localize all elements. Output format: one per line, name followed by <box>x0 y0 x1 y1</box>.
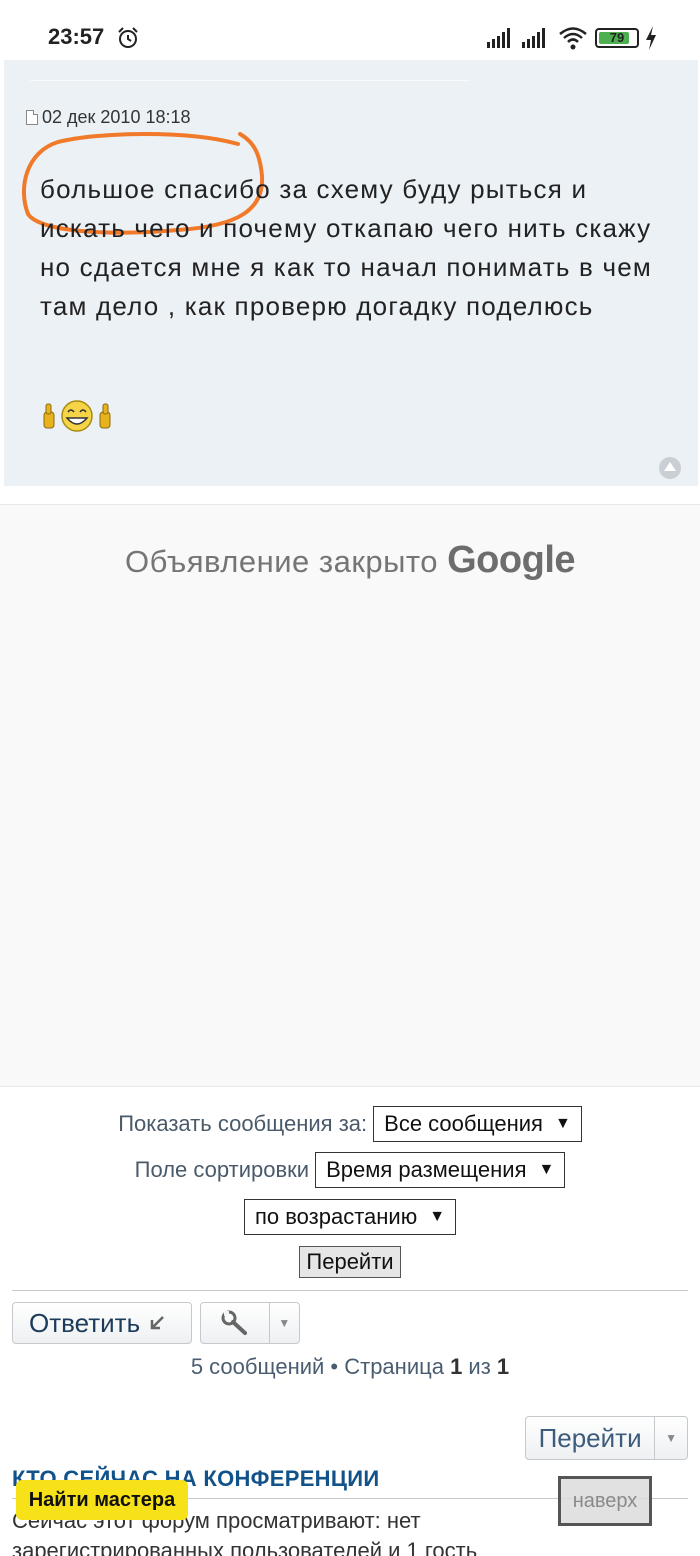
show-messages-label: Показать сообщения за: <box>118 1111 368 1136</box>
pagination-of: из <box>462 1354 497 1379</box>
sort-order-value: по возрастанию <box>254 1204 418 1229</box>
pagination-prefix: 5 сообщений • Страница <box>190 1354 451 1379</box>
battery-level: 79 <box>609 30 625 45</box>
sort-field-label: Поле сортировки <box>134 1157 310 1182</box>
battery-icon: 79 <box>595 28 639 48</box>
show-messages-select[interactable]: Все сообщения ▼ <box>373 1106 582 1142</box>
pagination-info: 5 сообщений • Страница 1 из 1 <box>0 1354 700 1380</box>
sort-field-row: Поле сортировки Время размещения ▼ <box>0 1152 700 1188</box>
reply-button[interactable]: Ответить <box>12 1302 192 1344</box>
sort-order-row: по возрастанию ▼ <box>0 1199 700 1235</box>
post-date-text: 02 дек 2010 18:18 <box>42 107 191 127</box>
google-logo: Google <box>447 539 576 581</box>
go-row: Перейти <box>0 1246 700 1278</box>
total-pages: 1 <box>496 1354 510 1379</box>
chevron-down-icon[interactable]: ▼ <box>655 1431 687 1445</box>
tools-button[interactable]: ▼ <box>200 1302 300 1344</box>
signal-icon <box>487 28 510 48</box>
post-body: большое спасибо за схему буду рыться и и… <box>40 174 652 321</box>
scroll-top-icon[interactable] <box>659 457 681 479</box>
chevron-down-icon[interactable]: ▼ <box>270 1303 299 1343</box>
show-messages-row: Показать сообщения за: Все сообщения ▼ <box>0 1106 700 1142</box>
divider <box>12 1290 688 1291</box>
dropdown-arrow-icon: ▼ <box>538 1161 555 1178</box>
reply-label: Ответить <box>29 1307 141 1338</box>
go-button[interactable]: Перейти <box>299 1246 401 1278</box>
jump-button[interactable]: Перейти ▼ <box>525 1416 688 1460</box>
show-messages-value: Все сообщения <box>384 1111 543 1136</box>
wifi-icon <box>559 27 587 50</box>
post-divider <box>30 80 470 81</box>
dropdown-arrow-icon: ▼ <box>554 1115 571 1132</box>
ad-closed-panel: Объявление закрыто Google <box>0 504 700 1087</box>
sort-field-select[interactable]: Время размещения ▼ <box>315 1152 566 1188</box>
to-top-button[interactable]: наверх <box>558 1476 652 1526</box>
ad-closed-text: Объявление закрыто <box>124 544 438 579</box>
forum-post: 02 дек 2010 18:18 большое спасибо за схе… <box>4 60 698 486</box>
alarm-icon <box>118 27 138 48</box>
current-page: 1 <box>450 1354 463 1379</box>
wrench-icon <box>221 1310 247 1335</box>
sort-order-select[interactable]: по возрастанию ▼ <box>243 1199 457 1235</box>
tools-main[interactable] <box>201 1303 270 1343</box>
sort-field-value: Время размещения <box>326 1157 527 1182</box>
find-master-button[interactable]: Найти мастера <box>16 1480 188 1520</box>
document-icon <box>26 110 38 125</box>
reply-arrow-icon <box>150 1316 165 1330</box>
status-bar: 23:57 79 <box>0 0 700 60</box>
post-date: 02 дек 2010 18:18 <box>26 107 191 128</box>
signal-icon <box>522 28 545 48</box>
jump-label[interactable]: Перейти <box>526 1417 656 1459</box>
status-time: 23:57 <box>48 24 105 49</box>
thumbs-up-smile-icon <box>43 400 111 432</box>
dropdown-arrow-icon: ▼ <box>429 1208 446 1225</box>
ad-closed-message: Объявление закрыто Google <box>0 539 700 582</box>
charging-icon <box>646 26 656 50</box>
